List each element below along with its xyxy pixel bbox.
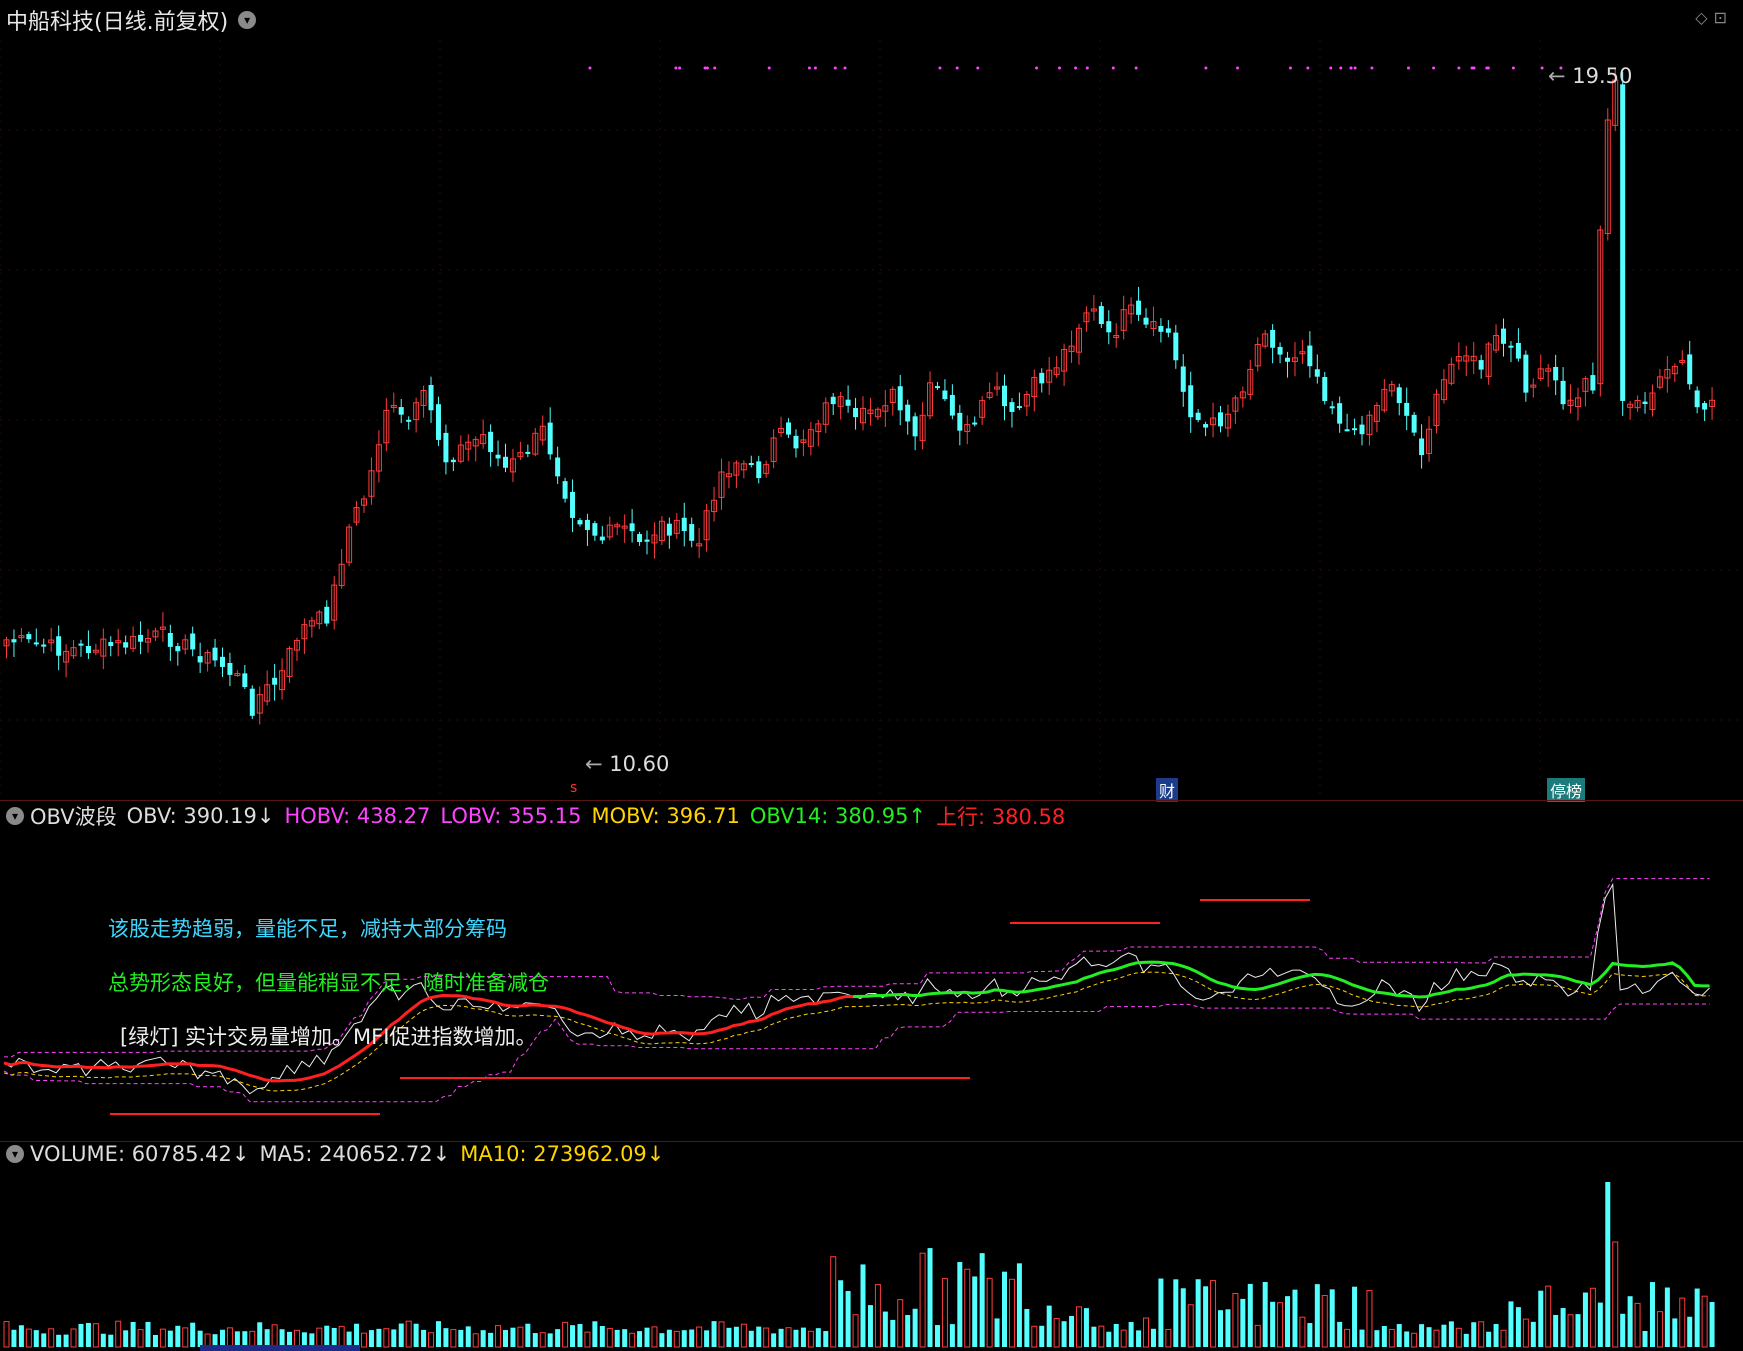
obv-panel: ▾ OBV波段 OBV: 390.19↓ HOBV: 438.27 LOBV: … [0,800,1743,1141]
lobv-value: LOBV: 355.15 [440,804,582,828]
signal-note-3: [绿灯] 实计交易量增加。MFI促进指数增加。 [120,1025,537,1049]
s-marker[interactable]: s [570,780,577,796]
obv-header: ▾ OBV波段 OBV: 390.19↓ HOBV: 438.27 LOBV: … [6,801,1075,831]
chevron-down-icon[interactable]: ▾ [6,807,24,825]
limit-marker[interactable]: 停榜 [1547,778,1586,802]
obv-value: OBV: 390.19↓ [126,804,275,828]
volume-chart [3,1182,1715,1348]
timeline-scroll-bar[interactable] [200,1345,360,1351]
stock-title: 中船科技(日线.前复权) [6,10,229,35]
low-price-label: ← 10.60 [585,752,670,776]
chevron-down-icon[interactable]: ▾ [6,1145,24,1163]
finance-marker[interactable]: 财 [1156,778,1179,802]
obv-indicator-name: OBV波段 [30,805,117,829]
hobv-value: HOBV: 438.27 [284,804,431,828]
volume-value: VOLUME: 60785.42↓ [30,1142,250,1166]
signal-note-2: 总势形态良好，但量能稍显不足，随时准备减仓 [108,971,549,995]
high-price-label: ← 19.50 [1548,64,1633,88]
ma10-value: MA10: 273962.09↓ [460,1142,665,1166]
volume-panel: ▾ VOLUME: 60785.42↓ MA5: 240652.72↓ MA10… [0,1141,1743,1351]
candlestick-chart [0,40,1743,800]
signal-note-1: 该股走势趋弱，量能不足，减持大部分筹码 [108,917,507,941]
chart-header: 中船科技(日线.前复权) ▾ [6,4,262,36]
price-panel: 中船科技(日线.前复权) ▾ ← 19.50 ← 10.60 s 财 停榜 [0,0,1743,802]
obv14-value: OBV14: 380.95↑ [749,804,927,828]
mobv-value: MOBV: 396.71 [591,804,740,828]
volume-header: ▾ VOLUME: 60785.42↓ MA5: 240652.72↓ MA10… [6,1142,674,1166]
ma5-value: MA5: 240652.72↓ [259,1142,451,1166]
chevron-down-icon[interactable]: ▾ [238,11,257,29]
trend-value: 上行: 380.58 [936,805,1066,829]
